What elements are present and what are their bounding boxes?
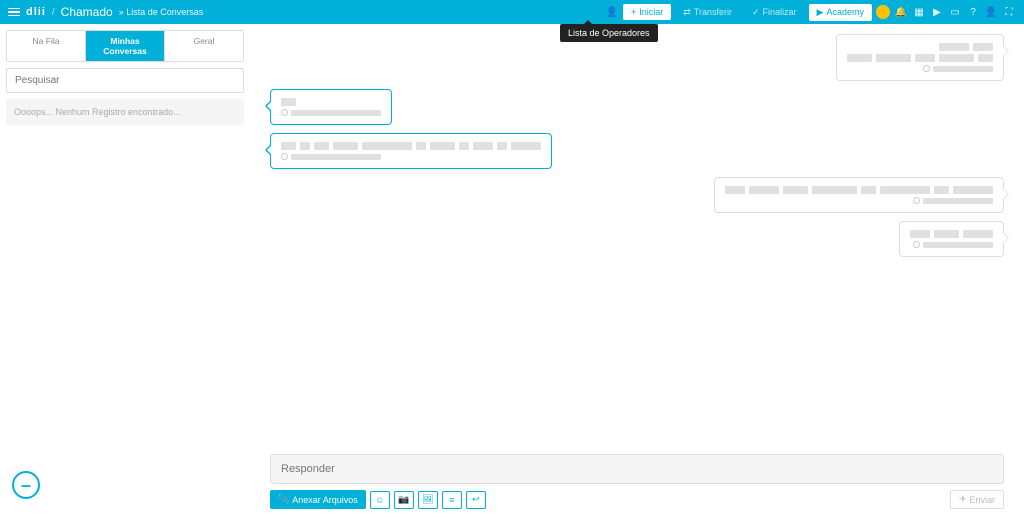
app-header: dlii / Chamado » Lista de Conversas 👤 +I…	[0, 0, 1024, 24]
transfer-icon: ⇄	[683, 7, 691, 18]
header-left: dlii / Chamado » Lista de Conversas	[8, 5, 203, 19]
academy-label: Academy	[826, 7, 864, 17]
breadcrumb-main: Chamado	[61, 5, 113, 19]
chat-area	[250, 24, 1024, 447]
clock-icon	[913, 197, 920, 204]
emoji-button[interactable]: ☺	[370, 491, 390, 509]
operators-icon[interactable]: 👤	[605, 7, 619, 18]
academy-button[interactable]: ▶Academy	[809, 4, 872, 21]
tab-na-fila[interactable]: Na Fila	[7, 31, 86, 61]
template-button[interactable]: ≡	[442, 491, 462, 509]
reply-input[interactable]	[270, 454, 1004, 484]
message-row	[270, 133, 1004, 169]
send-button[interactable]: ✈Enviar	[950, 490, 1004, 509]
user-icon[interactable]: 👤	[984, 7, 998, 18]
finalizar-label: Finalizar	[763, 7, 797, 17]
message-bubble	[270, 89, 392, 125]
clock-icon	[281, 153, 288, 160]
iniciar-label: Iniciar	[639, 7, 663, 17]
message-time	[847, 65, 993, 72]
message-row	[270, 89, 1004, 125]
menu-icon[interactable]	[8, 8, 20, 17]
sidebar: Na Fila Minhas Conversas Geral Oooops...…	[0, 24, 250, 131]
compose-toolbar: 📎Anexar Arquivos ☺ 📷 🖼 ≡ ↩ ✈Enviar	[270, 490, 1004, 509]
empty-message: Oooops... Nenhum Registro encontrado...	[6, 99, 244, 125]
iniciar-button[interactable]: +Iniciar	[623, 4, 671, 20]
message-bubble	[899, 221, 1004, 257]
attach-button[interactable]: 📎Anexar Arquivos	[270, 490, 366, 509]
finalizar-button[interactable]: ✓Finalizar	[744, 4, 805, 21]
plus-icon: +	[631, 7, 636, 17]
send-icon: ✈	[959, 494, 967, 505]
compose-area: 📎Anexar Arquivos ☺ 📷 🖼 ≡ ↩ ✈Enviar	[250, 446, 1024, 517]
clock-icon	[281, 109, 288, 116]
attach-label: Anexar Arquivos	[292, 495, 358, 505]
camera-button[interactable]: 📷	[394, 491, 414, 509]
video-icon: ▶	[817, 7, 824, 18]
transferir-label: Transferir	[694, 7, 732, 17]
transferir-button[interactable]: ⇄Transferir	[675, 4, 740, 21]
image-button[interactable]: 🖼	[418, 491, 438, 509]
message-time	[281, 153, 541, 160]
send-label: Enviar	[969, 495, 995, 505]
message-time	[910, 241, 993, 248]
breadcrumb-sub: » Lista de Conversas	[119, 7, 204, 17]
logo: dlii	[26, 6, 46, 18]
help-icon[interactable]: ?	[966, 7, 980, 18]
message-row	[270, 221, 1004, 257]
clock-icon	[913, 241, 920, 248]
fab-minimize[interactable]: –	[12, 471, 40, 499]
message-row	[270, 34, 1004, 81]
grid-icon[interactable]: ▦	[912, 7, 926, 18]
bell-icon[interactable]: 🔔	[894, 7, 908, 18]
message-row	[270, 177, 1004, 213]
inbox-icon[interactable]: ▭	[948, 7, 962, 18]
tab-minhas-conversas[interactable]: Minhas Conversas	[86, 31, 165, 61]
play-icon[interactable]: ▶	[930, 7, 944, 18]
avatar[interactable]	[876, 5, 890, 19]
header-right: 👤 +Iniciar ⇄Transferir ✓Finalizar ▶Acade…	[605, 4, 1016, 21]
search-input[interactable]	[6, 68, 244, 93]
attach-icon: 📎	[278, 494, 289, 505]
message-bubble	[270, 133, 552, 169]
message-bubble	[714, 177, 1004, 213]
check-icon: ✓	[752, 7, 760, 18]
message-bubble	[836, 34, 1004, 81]
link-button[interactable]: ↩	[466, 491, 486, 509]
breadcrumb-divider: /	[52, 7, 55, 18]
message-time	[281, 109, 381, 116]
fullscreen-icon[interactable]: ⛶	[1002, 7, 1016, 18]
sidebar-tabs: Na Fila Minhas Conversas Geral	[6, 30, 244, 62]
message-time	[725, 197, 993, 204]
clock-icon	[923, 65, 930, 72]
tab-geral[interactable]: Geral	[165, 31, 243, 61]
